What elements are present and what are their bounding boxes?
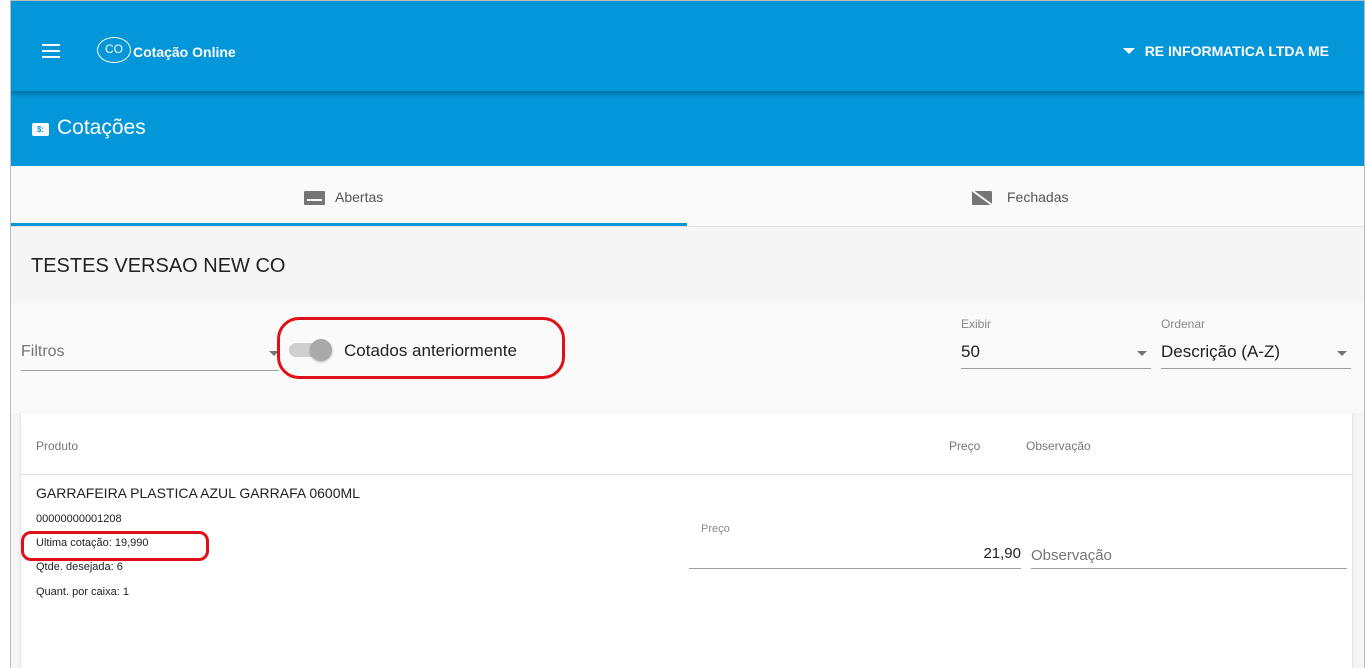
- quote-title: TESTES VERSAO NEW CO: [31, 255, 286, 277]
- filtros-label: Filtros: [21, 343, 65, 360]
- caret-down-icon: [1122, 48, 1135, 55]
- chevron-down-icon: [1337, 351, 1347, 356]
- product-code: 00000000001208: [36, 513, 122, 525]
- exibir-select[interactable]: Exibir 50: [961, 317, 1151, 369]
- page-title: Cotações: [57, 116, 146, 139]
- tab-abertas[interactable]: Abertas: [11, 166, 687, 226]
- page-header: $: Cotações: [11, 91, 1364, 166]
- preco-input-value: 21,90: [983, 545, 1021, 562]
- column-header-preco: Preço: [949, 439, 981, 453]
- open-quotes-icon: [304, 191, 325, 205]
- tab-bar: Abertas Fechadas: [11, 166, 1364, 227]
- preco-input-label: Preço: [701, 523, 730, 535]
- red-highlight-annotation: [277, 317, 565, 379]
- filter-bar: Filtros Cotados anteriormente Exibir 50 …: [11, 303, 1364, 413]
- cotacao-icon: $:: [32, 123, 49, 136]
- top-app-bar: CO Cotação Online RE INFORMATICA LTDA ME: [11, 1, 1364, 91]
- exibir-label: Exibir: [961, 317, 992, 331]
- ordenar-value: Descrição (A-Z): [1161, 342, 1281, 361]
- observacao-field[interactable]: [1031, 543, 1347, 569]
- chevron-down-icon: [1137, 351, 1147, 356]
- qtde-desejada: Qtde. desejada: 6: [36, 561, 123, 573]
- product-name: GARRAFEIRA PLASTICA AZUL GARRAFA 0600ML: [36, 485, 360, 501]
- ordenar-field[interactable]: Descrição (A-Z): [1161, 339, 1351, 369]
- observacao-input[interactable]: [1031, 543, 1347, 567]
- app-logo: CO: [97, 37, 131, 63]
- menu-icon[interactable]: [42, 44, 60, 58]
- preco-input[interactable]: Preço 21,90: [689, 523, 1021, 569]
- tab-fechadas[interactable]: Fechadas: [687, 166, 1363, 226]
- company-selector[interactable]: RE INFORMATICA LTDA ME: [1122, 43, 1329, 59]
- ordenar-select[interactable]: Ordenar Descrição (A-Z): [1161, 317, 1351, 369]
- products-table: Produto Preço Observação GARRAFEIRA PLAS…: [21, 413, 1352, 668]
- column-header-produto: Produto: [36, 439, 79, 453]
- closed-quotes-icon: [972, 190, 993, 206]
- app-frame: CO Cotação Online RE INFORMATICA LTDA ME…: [10, 0, 1365, 668]
- tab-fechadas-label: Fechadas: [1007, 189, 1069, 205]
- column-header-observacao: Observação: [1026, 439, 1091, 453]
- tab-abertas-label: Abertas: [335, 189, 384, 205]
- filtros-select[interactable]: Filtros: [21, 343, 279, 371]
- table-header: Produto Preço Observação: [21, 413, 1352, 475]
- company-name: RE INFORMATICA LTDA ME: [1144, 43, 1329, 59]
- exibir-field[interactable]: 50: [961, 339, 1151, 369]
- quote-header: TESTES VERSAO NEW CO: [11, 227, 1364, 303]
- exibir-value: 50: [961, 342, 980, 361]
- app-title: Cotação Online: [133, 44, 236, 60]
- red-highlight-annotation: [21, 531, 209, 561]
- active-tab-indicator: [11, 223, 687, 226]
- quant-por-caixa: Quant. por caixa: 1: [36, 586, 129, 598]
- ordenar-label: Ordenar: [1161, 317, 1206, 331]
